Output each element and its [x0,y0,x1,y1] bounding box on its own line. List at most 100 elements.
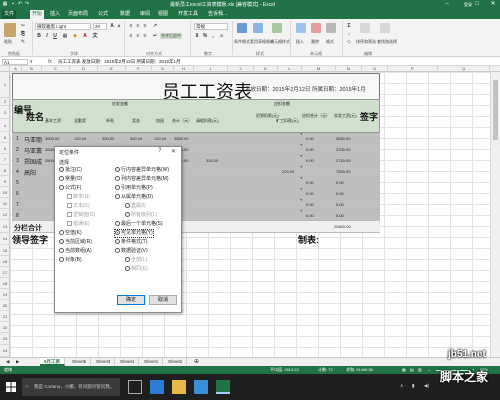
option-current-region[interactable]: 当前区域(R) [59,239,92,246]
option-objects[interactable]: 对象(B) [59,257,82,264]
cell-no[interactable]: 5 [16,180,19,186]
copy-icon[interactable]: ⎘ [20,31,26,37]
sort-filter-icon[interactable] [360,23,370,33]
italic-icon[interactable]: I [44,33,50,39]
option-text[interactable]: 文本(X) [67,203,90,210]
scroll-thumb[interactable] [493,80,498,140]
undo-icon[interactable]: ↶ [17,1,23,7]
percent-icon[interactable]: % [202,33,208,39]
find-select-icon[interactable] [380,23,390,33]
mic-icon[interactable]: ○ [25,384,29,390]
tab-page-layout[interactable]: 页面布局 [66,10,90,19]
error-indicator-icon[interactable] [300,210,302,212]
option-numbers[interactable]: 数字(U) [67,194,90,201]
tab-insert[interactable]: 插入 [48,10,62,19]
volume-icon[interactable]: ◀) [424,383,429,389]
tell-me-search[interactable]: 告诉我... [206,10,229,19]
error-indicator-icon[interactable] [300,144,302,146]
insert-cells-label[interactable]: 插入 [296,39,304,45]
cell-name[interactable]: 高阳 [24,168,36,177]
cell-subsidy[interactable]: 300.00 [102,136,114,141]
add-sheet-icon[interactable]: ⊕ [190,358,203,366]
comma-icon[interactable]: , [210,33,216,39]
excel-taskbar-icon[interactable] [216,380,230,394]
row-header[interactable]: 22 [0,322,10,333]
sheet-tab[interactable]: Sheet2 [164,358,188,366]
orientation-icon[interactable]: ↗ [152,23,158,29]
cell-name[interactable]: 马亚寰 [24,146,42,155]
number-format-select[interactable]: 常规 [194,23,228,30]
row-header[interactable]: 1 [0,72,10,98]
option-direct-only[interactable]: 直属(I) [125,203,146,210]
row-header[interactable]: 8 [0,165,10,176]
sheet-tab-may[interactable]: 5月工资 [40,358,66,366]
ok-button[interactable]: 确定 [117,295,145,305]
conditional-format-icon[interactable] [237,23,247,33]
table-row[interactable]: 1 马亚丽 3000.00 150.00 300.00 300.00 100.0… [12,133,380,144]
option-row-differences[interactable]: 行内容差异单元格(W) [115,167,169,174]
wen-icon[interactable]: 文 [92,33,98,39]
cell-no[interactable]: 1 [16,136,19,142]
cell-leave[interactable]: 330.00 [206,158,218,163]
shrink-font-icon[interactable]: A [116,23,122,29]
vertical-scrollbar[interactable] [490,72,500,357]
page-layout-view-icon[interactable]: ▤ [410,367,414,372]
option-data-validation[interactable]: 数据验证(V) [115,248,148,255]
option-constants[interactable]: 常量(O) [59,176,82,183]
error-indicator-icon[interactable] [300,188,302,190]
windows-start-icon[interactable] [6,382,16,392]
file-explorer-icon[interactable] [172,380,186,394]
save-icon[interactable]: ▪ [10,1,16,7]
cell-deduct-total[interactable]: 0.00 [306,202,314,207]
cell-overtime[interactable]: 100.00 [154,136,166,141]
maximize-icon[interactable]: □ [470,0,484,9]
cancel-button[interactable]: 取消 [149,295,177,305]
delete-cells-label[interactable]: 删除 [311,39,319,45]
autosum-icon[interactable]: Σ [346,23,352,29]
cell-no[interactable]: 2 [16,147,19,153]
cell-deduct-total[interactable]: 0.00 [306,180,314,185]
align-top-icon[interactable]: ≡ [128,23,134,29]
option-all[interactable]: 全部(L) [125,257,147,264]
cell-real[interactable]: 0.00 [336,191,344,196]
error-indicator-icon[interactable] [300,133,302,135]
option-all-levels[interactable]: 所有级别(L) [125,212,157,219]
option-same[interactable]: 相同(E) [125,266,148,273]
row-header[interactable]: 9 [0,176,10,187]
cell-real[interactable]: 0.00 [336,180,344,185]
option-conditional-formats[interactable]: 条件格式(T) [115,239,147,246]
row-header[interactable]: 12 [0,209,10,220]
tab-developer[interactable]: 开发工具 [176,10,200,19]
clear-icon[interactable]: ◇ [346,39,352,45]
close-icon[interactable]: ✕ [171,148,176,155]
cell-attend[interactable]: 150.00 [74,136,86,141]
decimal-icon[interactable]: .0 [218,33,224,39]
row-header[interactable]: 7 [0,154,10,165]
cell-no[interactable]: 7 [16,202,19,208]
edge-icon[interactable] [150,380,164,394]
row-header[interactable]: 23 [0,333,10,345]
zoom-out-icon[interactable]: – [428,367,430,372]
font-name-select[interactable]: 微软雅黑 Light [35,23,91,30]
underline-icon[interactable]: U [52,33,58,39]
cell-real[interactable]: 2700.00 [336,147,350,152]
cell-real[interactable]: 0.00 [336,202,344,207]
option-last-cell[interactable]: 最后一个单元格(S) [115,221,163,228]
normal-view-icon[interactable]: ▦ [402,367,406,372]
minimize-icon[interactable]: – [440,0,454,9]
row-header[interactable]: 20 [0,300,10,311]
cell-deduct-total[interactable]: 0.00 [306,136,314,141]
wrap-text-icon[interactable]: ↵ [152,33,158,39]
borders-icon[interactable]: ▦ [62,33,68,39]
option-dependents[interactable]: 从属单元格(D) [115,194,153,201]
font-color-icon[interactable]: A [82,33,88,39]
tab-data[interactable]: 数据 [118,10,132,19]
redo-icon[interactable]: ↷ [24,1,30,7]
option-current-array[interactable]: 当前数组(A) [59,248,92,255]
cell-bonus[interactable]: 300.00 [130,136,142,141]
sort-filter-label[interactable]: 排序和筛选 [356,39,376,45]
cell-real[interactable]: 3850.00 [336,136,350,141]
row-header[interactable]: 2 [0,98,10,106]
find-select-label[interactable]: 查找和选择 [377,39,397,45]
option-errors[interactable]: 错误(E) [67,221,90,228]
